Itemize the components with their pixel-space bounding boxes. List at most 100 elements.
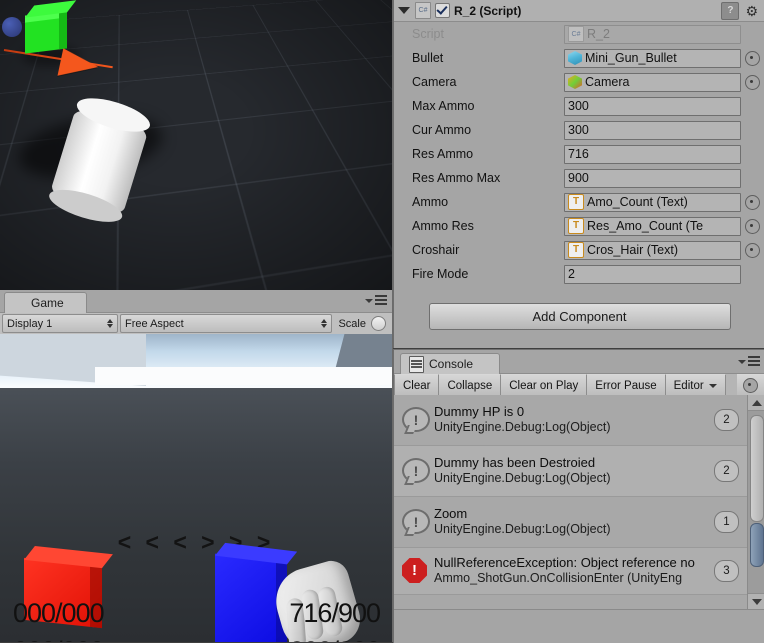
- chevron-down-icon: [738, 360, 746, 364]
- console-tab-strip: Console: [394, 350, 764, 374]
- field-value: 716: [568, 147, 589, 161]
- console-log-row[interactable]: ! Dummy HP is 0 UnityEngine.Debug:Log(Obje…: [394, 395, 764, 446]
- script-icon: C#: [568, 26, 584, 42]
- field-control: Camera: [564, 72, 764, 92]
- scroll-down-arrow[interactable]: [748, 593, 764, 609]
- display-dropdown[interactable]: Display 1: [2, 314, 118, 333]
- number-input-field[interactable]: 300: [564, 120, 741, 140]
- field-control: T Cros_Hair (Text): [564, 240, 764, 260]
- hud-left-top: 000/000: [13, 598, 105, 628]
- console-panel: Console Clear Collapse Clear on Play Err…: [393, 349, 764, 643]
- clear-on-play-button[interactable]: Clear on Play: [501, 374, 588, 396]
- hamburger-icon: [748, 356, 760, 368]
- warning-icon: !: [402, 458, 430, 484]
- console-panel-menu-button[interactable]: [738, 356, 760, 368]
- inspector-field-row: Res Ammo 716: [394, 142, 764, 166]
- object-picker-button[interactable]: [745, 194, 760, 210]
- hud-right-top: 716/900: [289, 598, 381, 628]
- scale-label: Scale: [338, 317, 366, 330]
- component-enabled-checkbox[interactable]: [435, 3, 450, 18]
- game-view[interactable]: < < < > > > 000/000 000/000 716/900 300/…: [0, 334, 392, 642]
- game-panel-menu-button[interactable]: [365, 295, 387, 307]
- object-reference-field[interactable]: T Cros_Hair (Text): [564, 240, 741, 260]
- collapse-button[interactable]: Collapse: [439, 374, 502, 396]
- log-stacktrace: UnityEngine.Debug:Log(Object): [434, 471, 611, 486]
- object-picker-button[interactable]: [745, 242, 760, 258]
- log-count-badge: 2: [714, 460, 739, 482]
- field-control: 300: [564, 120, 764, 140]
- field-control: 716: [564, 144, 764, 164]
- green-cube-object[interactable]: [25, 10, 67, 54]
- object-reference-field[interactable]: T Res_Amo_Count (Te: [564, 216, 741, 236]
- console-icon: [409, 355, 424, 373]
- tab-game[interactable]: Game: [4, 292, 87, 313]
- number-input-field[interactable]: 2: [564, 264, 741, 284]
- blue-sphere-object[interactable]: [2, 17, 22, 37]
- chevron-down-icon: [365, 299, 373, 303]
- field-control: 900: [564, 168, 764, 188]
- inspector-field-row: Ammo T Amo_Count (Text): [394, 190, 764, 214]
- aspect-dropdown[interactable]: Free Aspect: [120, 314, 333, 333]
- display-dropdown-label: Display 1: [7, 317, 53, 330]
- tab-console[interactable]: Console: [400, 353, 501, 374]
- object-reference-field[interactable]: C# R_2: [564, 24, 741, 44]
- tab-console-label: Console: [429, 357, 474, 371]
- aspect-dropdown-label: Free Aspect: [125, 317, 184, 330]
- inspector-field-row: Ammo Res T Res_Amo_Count (Te: [394, 214, 764, 238]
- field-control: C# R_2: [564, 24, 764, 44]
- field-value: 300: [568, 99, 589, 113]
- console-log-list[interactable]: ! Dummy HP is 0 UnityEngine.Debug:Log(Obje…: [394, 395, 764, 609]
- prefab-cube-icon: [568, 51, 582, 65]
- warning-icon: !: [402, 509, 430, 535]
- inspector-field-row: Cur Ammo 300: [394, 118, 764, 142]
- updown-icon: [321, 319, 328, 328]
- scale-slider[interactable]: Scale: [334, 314, 390, 333]
- console-log-row[interactable]: ! Dummy has been Destroied UnityEngine.Deb…: [394, 446, 764, 497]
- editor-filter-label: Editor: [673, 379, 704, 392]
- scrollbar-thumb-selected[interactable]: [750, 523, 764, 567]
- unity-editor-window: Game Display 1 Free Aspect Scale < < < >…: [0, 0, 764, 643]
- object-picker-button[interactable]: [745, 50, 760, 66]
- clear-button[interactable]: Clear: [394, 374, 440, 396]
- game-panel: Game Display 1 Free Aspect Scale < < < >…: [0, 290, 392, 642]
- object-picker-button[interactable]: [745, 218, 760, 234]
- log-message: NullReferenceException: Object reference…: [434, 555, 695, 571]
- scale-slider-knob[interactable]: [371, 316, 386, 331]
- console-log-row[interactable]: ! Zoom UnityEngine.Debug:Log(Object) 1: [394, 497, 764, 548]
- number-input-field[interactable]: 900: [564, 168, 741, 188]
- number-input-field[interactable]: 300: [564, 96, 741, 116]
- scene-view[interactable]: [0, 0, 392, 290]
- add-component-button[interactable]: Add Component: [428, 303, 731, 330]
- console-log-row[interactable]: ! NullReferenceException: Object referenc…: [394, 548, 764, 595]
- game-tab-strip: Game: [0, 290, 392, 313]
- log-count-badge: 2: [714, 409, 739, 431]
- error-pause-button[interactable]: Error Pause: [587, 374, 666, 396]
- add-component-row: Add Component: [394, 303, 764, 330]
- text-component-icon: T: [568, 242, 584, 258]
- field-value: Res_Amo_Count (Te: [587, 219, 704, 233]
- object-picker-button[interactable]: [745, 74, 760, 90]
- foldout-triangle-icon[interactable]: [398, 7, 410, 14]
- log-toggle-button[interactable]: [737, 374, 764, 396]
- field-control: T Amo_Count (Text): [564, 192, 764, 212]
- field-label: Ammo Res: [412, 219, 474, 233]
- updown-icon: [107, 319, 113, 328]
- console-scrollbar[interactable]: [747, 395, 764, 609]
- console-detail-pane: [394, 609, 764, 643]
- scrollbar-thumb[interactable]: [750, 415, 764, 522]
- inspector-field-row: Max Ammo 300: [394, 94, 764, 118]
- vertical-splitter[interactable]: [392, 0, 393, 642]
- tab-game-label: Game: [31, 296, 64, 310]
- number-input-field[interactable]: 716: [564, 144, 741, 164]
- scroll-up-arrow[interactable]: [748, 395, 764, 411]
- field-label: Res Ammo Max: [412, 171, 501, 185]
- object-reference-field[interactable]: Mini_Gun_Bullet: [564, 48, 741, 68]
- component-header[interactable]: C# R_2 (Script) ? ⚙: [394, 0, 764, 22]
- field-value: 2: [568, 267, 575, 281]
- help-book-icon[interactable]: ?: [721, 1, 740, 20]
- gear-icon[interactable]: ⚙: [745, 4, 758, 18]
- log-stacktrace: Ammo_ShotGun.OnCollisionEnter (UnityEng: [434, 571, 683, 586]
- object-reference-field[interactable]: T Amo_Count (Text): [564, 192, 741, 212]
- object-reference-field[interactable]: Camera: [564, 72, 741, 92]
- editor-filter-dropdown[interactable]: Editor: [665, 374, 726, 396]
